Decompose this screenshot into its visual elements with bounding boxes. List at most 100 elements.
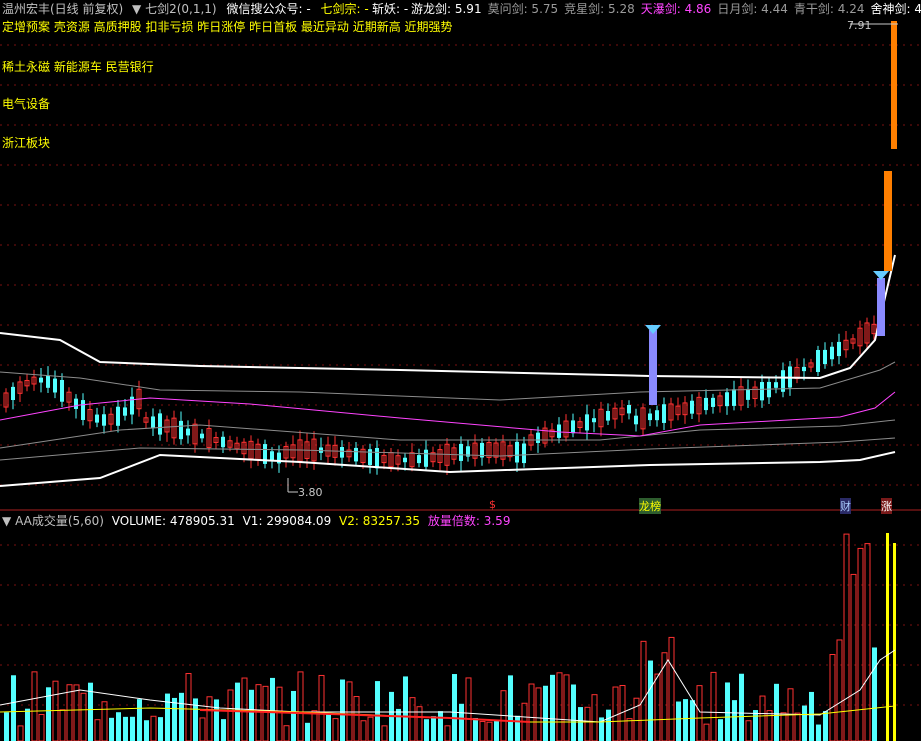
volume-bar xyxy=(829,653,836,741)
v1-value: 299084.09 xyxy=(266,514,332,528)
volume-ma-short xyxy=(0,649,896,723)
candle-body xyxy=(53,378,57,393)
volume-bar xyxy=(249,689,254,741)
volume-bar xyxy=(515,715,520,741)
volume-bar xyxy=(396,708,401,741)
candle-body xyxy=(704,397,708,411)
volume-bar xyxy=(578,707,583,741)
volume-bar xyxy=(403,676,408,741)
volume-bar xyxy=(438,711,443,741)
candle-body xyxy=(746,388,750,400)
event-marker-cai[interactable]: 财 xyxy=(840,498,851,514)
volume-bar xyxy=(276,686,283,741)
signal-bar-orange xyxy=(884,171,892,271)
volume-bar xyxy=(690,700,695,741)
volume-bar xyxy=(109,717,114,741)
volume-bar xyxy=(80,692,87,741)
signal-cap-icon xyxy=(645,325,661,334)
volume-bar xyxy=(199,717,206,741)
volume-bar xyxy=(25,708,30,741)
volume-bar xyxy=(802,705,807,741)
volume-bar xyxy=(528,683,535,741)
kline-chart[interactable] xyxy=(0,0,921,741)
volume-bar xyxy=(836,639,843,741)
candle-body xyxy=(354,447,358,462)
candle-body xyxy=(690,400,694,414)
event-marker-zhang[interactable]: 涨 xyxy=(881,498,892,514)
volume-bar xyxy=(283,725,290,741)
volume-bar xyxy=(137,699,142,741)
ratio-value: 3.59 xyxy=(483,514,511,528)
volume-bar xyxy=(409,697,416,741)
candle-body xyxy=(60,379,64,402)
candle-body xyxy=(11,386,15,401)
volume-bar xyxy=(850,573,857,741)
volume-bar xyxy=(654,673,661,741)
candle-body xyxy=(830,346,834,360)
candle-body xyxy=(662,404,666,423)
candle-body xyxy=(802,366,806,372)
volume-bar xyxy=(703,723,710,741)
volume-bar xyxy=(346,681,353,741)
volume-bar xyxy=(318,674,325,741)
volume-bar xyxy=(206,696,213,741)
v1-label: V1: xyxy=(242,514,263,528)
volume-bar xyxy=(843,533,850,741)
candle-body xyxy=(774,382,778,388)
candle-body xyxy=(270,451,274,461)
volume-bar xyxy=(185,673,192,741)
volume-bar xyxy=(375,681,380,741)
volume-bar xyxy=(591,694,598,741)
event-marker-dollar[interactable]: $ xyxy=(489,498,496,511)
candle-body xyxy=(116,406,120,426)
volume-bar xyxy=(759,695,766,741)
candle-body xyxy=(81,400,85,420)
candle-body xyxy=(179,420,183,440)
candle-body xyxy=(46,375,50,388)
volume-header: ▼ AA成交量(5,60) VOLUME: 478905.31 V1: 2990… xyxy=(2,514,510,528)
candle-body xyxy=(634,415,638,425)
volume-bar xyxy=(626,718,633,741)
volume-bar xyxy=(150,715,157,741)
volume-bar xyxy=(494,719,499,741)
volume-bar xyxy=(535,687,542,741)
candle-body xyxy=(39,377,43,383)
signal-bar-purple xyxy=(649,330,657,405)
volume-bar xyxy=(683,699,688,741)
candle-body xyxy=(816,350,820,372)
volume-bar xyxy=(794,712,801,741)
event-marker-longbang[interactable]: 龙榜 xyxy=(639,498,661,514)
candle-body xyxy=(725,392,729,407)
candle-body xyxy=(592,418,596,423)
volume-toggle-icon[interactable]: ▼ xyxy=(2,514,11,528)
volume-bar xyxy=(17,725,24,741)
volume-bar xyxy=(31,671,38,741)
volume-bar xyxy=(556,672,563,741)
candle-body xyxy=(123,407,127,416)
candle-body xyxy=(375,447,379,469)
volume-bar xyxy=(732,700,737,741)
volume-bar xyxy=(648,660,653,741)
signal-bar-purple xyxy=(877,278,885,336)
volume-bar xyxy=(816,724,821,741)
volume-bar xyxy=(739,673,744,741)
volume-bar xyxy=(424,719,429,741)
volume-bar xyxy=(381,725,388,741)
candle-body xyxy=(837,341,841,357)
volume-bar xyxy=(165,693,170,741)
v2-value: 83257.35 xyxy=(362,514,421,528)
volume-bar xyxy=(571,684,576,741)
candle-body xyxy=(606,411,610,421)
volume-spike-bar xyxy=(893,543,896,741)
volume-bar xyxy=(262,685,269,741)
volume-bar xyxy=(326,714,331,741)
volume-bar xyxy=(172,697,177,741)
volume-bar xyxy=(179,692,184,741)
volume-bar xyxy=(332,718,339,741)
volume-bar xyxy=(745,720,752,741)
volume-bar xyxy=(676,701,681,741)
candle-body xyxy=(585,414,589,431)
volume-title[interactable]: AA成交量(5,60) xyxy=(15,514,104,528)
volume-bar xyxy=(73,684,80,741)
candle-body xyxy=(655,410,659,421)
